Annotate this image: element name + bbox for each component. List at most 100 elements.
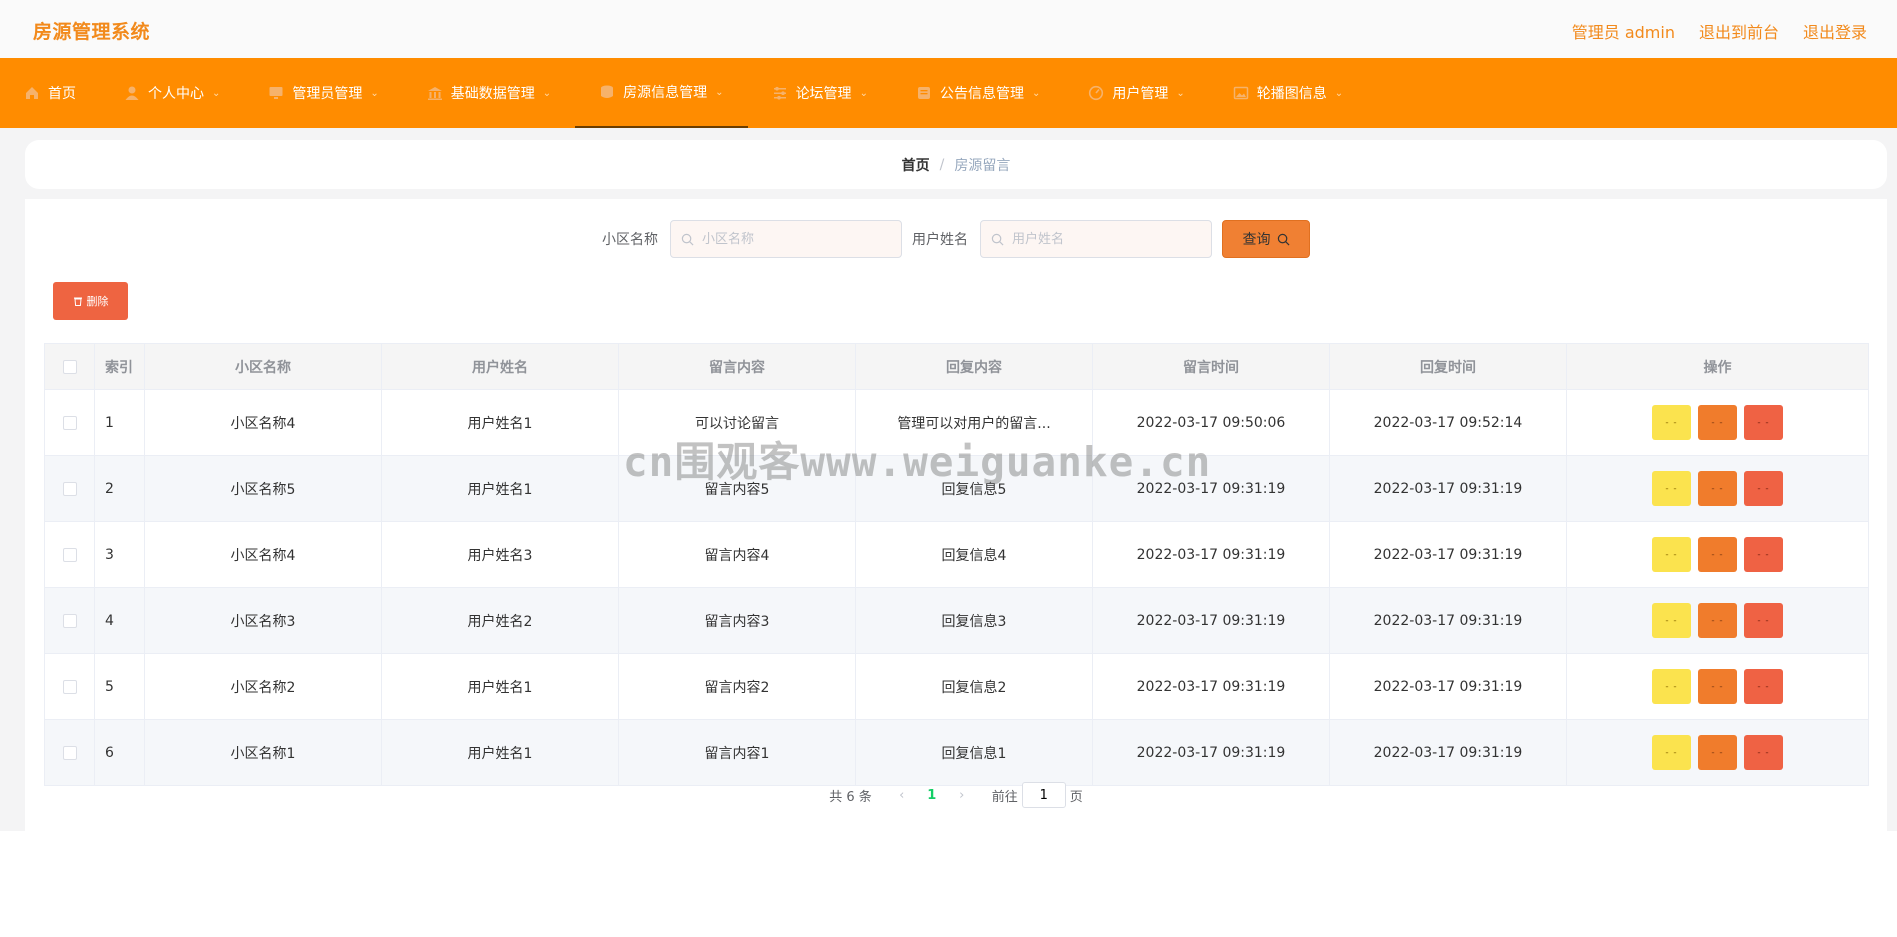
back-to-frontend-link[interactable]: 退出到前台	[1699, 19, 1779, 43]
index-cell: 1	[94, 389, 145, 456]
edit-button[interactable]: - -	[1698, 537, 1737, 572]
row-delete-button[interactable]: - -	[1744, 537, 1783, 572]
top-header: 房源管理系统 管理员 admin 退出到前台 退出登录	[0, 0, 1897, 58]
admin-user-link[interactable]: 管理员 admin	[1572, 19, 1675, 43]
row-delete-button-label: - -	[1757, 417, 1770, 428]
row-select-cell	[44, 521, 95, 588]
nav-item-users[interactable]: 用户管理 ⌄	[1064, 58, 1208, 128]
nav-item-basic-data[interactable]: 基础数据管理 ⌄	[403, 58, 575, 128]
chevron-down-icon: ⌄	[370, 87, 379, 99]
nav-label: 轮播图信息	[1256, 86, 1327, 102]
index-cell: 3	[94, 521, 145, 588]
edit-button[interactable]: - -	[1698, 735, 1737, 770]
nav-item-profile[interactable]: 个人中心 ⌄	[100, 58, 244, 128]
row-checkbox[interactable]	[62, 547, 77, 562]
row-delete-button-label: - -	[1757, 483, 1770, 494]
next-page-button[interactable]: ›	[952, 788, 972, 803]
nav-item-notice[interactable]: 公告信息管理 ⌄	[892, 58, 1064, 128]
main-panel: 小区名称 用户姓名 查询 删除 索引	[25, 199, 1887, 831]
chevron-down-icon: ⌄	[1334, 87, 1344, 99]
goto-page-input[interactable]	[1021, 782, 1066, 808]
search-icon	[681, 233, 694, 245]
edit-button-label: - -	[1711, 549, 1724, 560]
user-search-field[interactable]	[980, 220, 1212, 258]
reply-time-cell: 2022-03-17 09:31:19	[1329, 587, 1567, 654]
community-input[interactable]	[700, 230, 884, 248]
prev-page-button[interactable]: ‹	[892, 788, 912, 803]
row-delete-button[interactable]: - -	[1744, 405, 1783, 440]
select-all-checkbox[interactable]	[62, 359, 77, 374]
page-number-current[interactable]: 1	[912, 788, 952, 803]
user-cell: 用户姓名1	[381, 719, 619, 786]
main-nav: 首页 个人中心 ⌄ 管理员管理 ⌄ 基础数据管理 ⌄ 房源信息管理 ⌄ 论坛管理…	[0, 58, 1897, 128]
row-checkbox[interactable]	[62, 679, 77, 694]
goto-suffix: 页	[1069, 789, 1083, 805]
reply-time-cell: 2022-03-17 09:31:19	[1329, 719, 1567, 786]
table-header-row: 索引 小区名称 用户姓名 留言内容 回复内容 留言时间 回复时间 操作	[44, 343, 1869, 390]
row-delete-button[interactable]: - -	[1744, 603, 1783, 638]
nav-item-carousel[interactable]: 轮播图信息 ⌄	[1209, 58, 1367, 128]
row-delete-button[interactable]: - -	[1744, 471, 1783, 506]
delete-button-label: 删除	[86, 295, 109, 308]
nav-item-home[interactable]: 首页	[0, 58, 100, 128]
community-cell: 小区名称5	[144, 455, 382, 522]
breadcrumb-separator: /	[939, 156, 945, 173]
logout-link[interactable]: 退出登录	[1803, 19, 1867, 43]
edit-button[interactable]: - -	[1698, 405, 1737, 440]
detail-button[interactable]: - -	[1652, 405, 1691, 440]
message-table: 索引 小区名称 用户姓名 留言内容 回复内容 留言时间 回复时间 操作 1 小区…	[44, 343, 1869, 786]
row-checkbox[interactable]	[62, 415, 77, 430]
breadcrumb-current: 房源留言	[954, 157, 1011, 174]
nav-label: 论坛管理	[795, 86, 852, 102]
detail-button[interactable]: - -	[1652, 537, 1691, 572]
edit-button-label: - -	[1711, 483, 1724, 494]
chevron-down-icon: ⌄	[212, 87, 221, 99]
message-cell: 可以讨论留言	[618, 389, 856, 456]
actions-cell: - - - - - -	[1566, 521, 1869, 588]
reply-cell: 回复信息2	[855, 653, 1093, 720]
message-time-cell: 2022-03-17 09:31:19	[1092, 653, 1330, 720]
nav-item-house-info[interactable]: 房源信息管理 ⌄	[575, 58, 748, 128]
detail-button[interactable]: - -	[1652, 471, 1691, 506]
select-all-cell	[44, 343, 95, 390]
message-time-cell: 2022-03-17 09:31:19	[1092, 455, 1330, 522]
nav-label: 基础数据管理	[450, 86, 535, 102]
community-search-field[interactable]	[670, 220, 902, 258]
row-checkbox[interactable]	[62, 745, 77, 760]
gauge-icon	[1088, 85, 1104, 101]
row-delete-button[interactable]: - -	[1744, 735, 1783, 770]
detail-button[interactable]: - -	[1652, 669, 1691, 704]
column-header: 小区名称	[144, 343, 382, 390]
nav-label: 首页	[48, 86, 76, 102]
edit-button[interactable]: - -	[1698, 603, 1737, 638]
row-checkbox[interactable]	[62, 481, 77, 496]
row-delete-button[interactable]: - -	[1744, 669, 1783, 704]
user-icon	[124, 85, 140, 101]
reply-time-cell: 2022-03-17 09:52:14	[1329, 389, 1567, 456]
nav-item-admin[interactable]: 管理员管理 ⌄	[244, 58, 402, 128]
detail-button[interactable]: - -	[1652, 735, 1691, 770]
user-cell: 用户姓名3	[381, 521, 619, 588]
goto-prefix: 前往	[991, 789, 1018, 805]
user-cell: 用户姓名1	[381, 389, 619, 456]
index-cell: 2	[94, 455, 145, 522]
reply-cell: 回复信息5	[855, 455, 1093, 522]
delete-button[interactable]: 删除	[53, 282, 128, 320]
user-input[interactable]	[1010, 230, 1194, 248]
nav-item-forum[interactable]: 论坛管理 ⌄	[748, 58, 892, 128]
edit-button[interactable]: - -	[1698, 471, 1737, 506]
breadcrumb-home[interactable]: 首页	[902, 155, 930, 175]
query-button[interactable]: 查询	[1222, 220, 1310, 258]
message-time-cell: 2022-03-17 09:31:19	[1092, 719, 1330, 786]
row-select-cell	[44, 719, 95, 786]
row-select-cell	[44, 587, 95, 654]
detail-button-label: - -	[1665, 747, 1678, 758]
detail-button[interactable]: - -	[1652, 603, 1691, 638]
edit-button[interactable]: - -	[1698, 669, 1737, 704]
table-row: 3 小区名称4 用户姓名3 留言内容4 回复信息4 2022-03-17 09:…	[44, 521, 1869, 588]
user-label: 用户姓名	[912, 232, 968, 248]
edit-button-label: - -	[1711, 615, 1724, 626]
message-cell: 留言内容2	[618, 653, 856, 720]
pagination: 共 6 条 ‹ 1 › 前往 页	[25, 780, 1887, 810]
row-checkbox[interactable]	[62, 613, 77, 628]
